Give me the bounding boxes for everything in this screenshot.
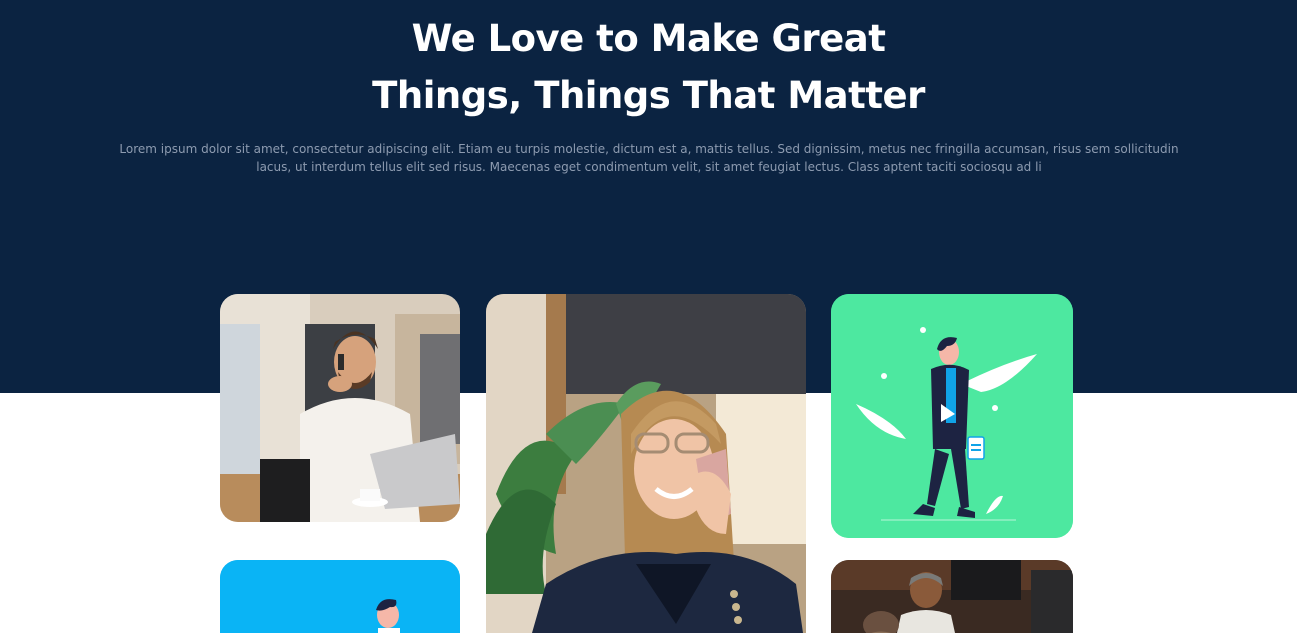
hero-title: We Love to Make Great Things, Things Tha… (0, 10, 1297, 124)
gallery-illustration-walking-man (831, 294, 1073, 538)
gallery-photo-woman-on-phone (486, 294, 806, 633)
hero-title-line-1: We Love to Make Great (411, 17, 886, 60)
gallery-photo-man-on-phone (220, 294, 460, 522)
hero-description: Lorem ipsum dolor sit amet, consectetur … (119, 142, 1179, 174)
hero-title-line-2: Things, Things That Matter (372, 74, 925, 117)
gallery-illustration-person (220, 560, 460, 633)
gallery-photo-man-with-cap (831, 560, 1073, 633)
